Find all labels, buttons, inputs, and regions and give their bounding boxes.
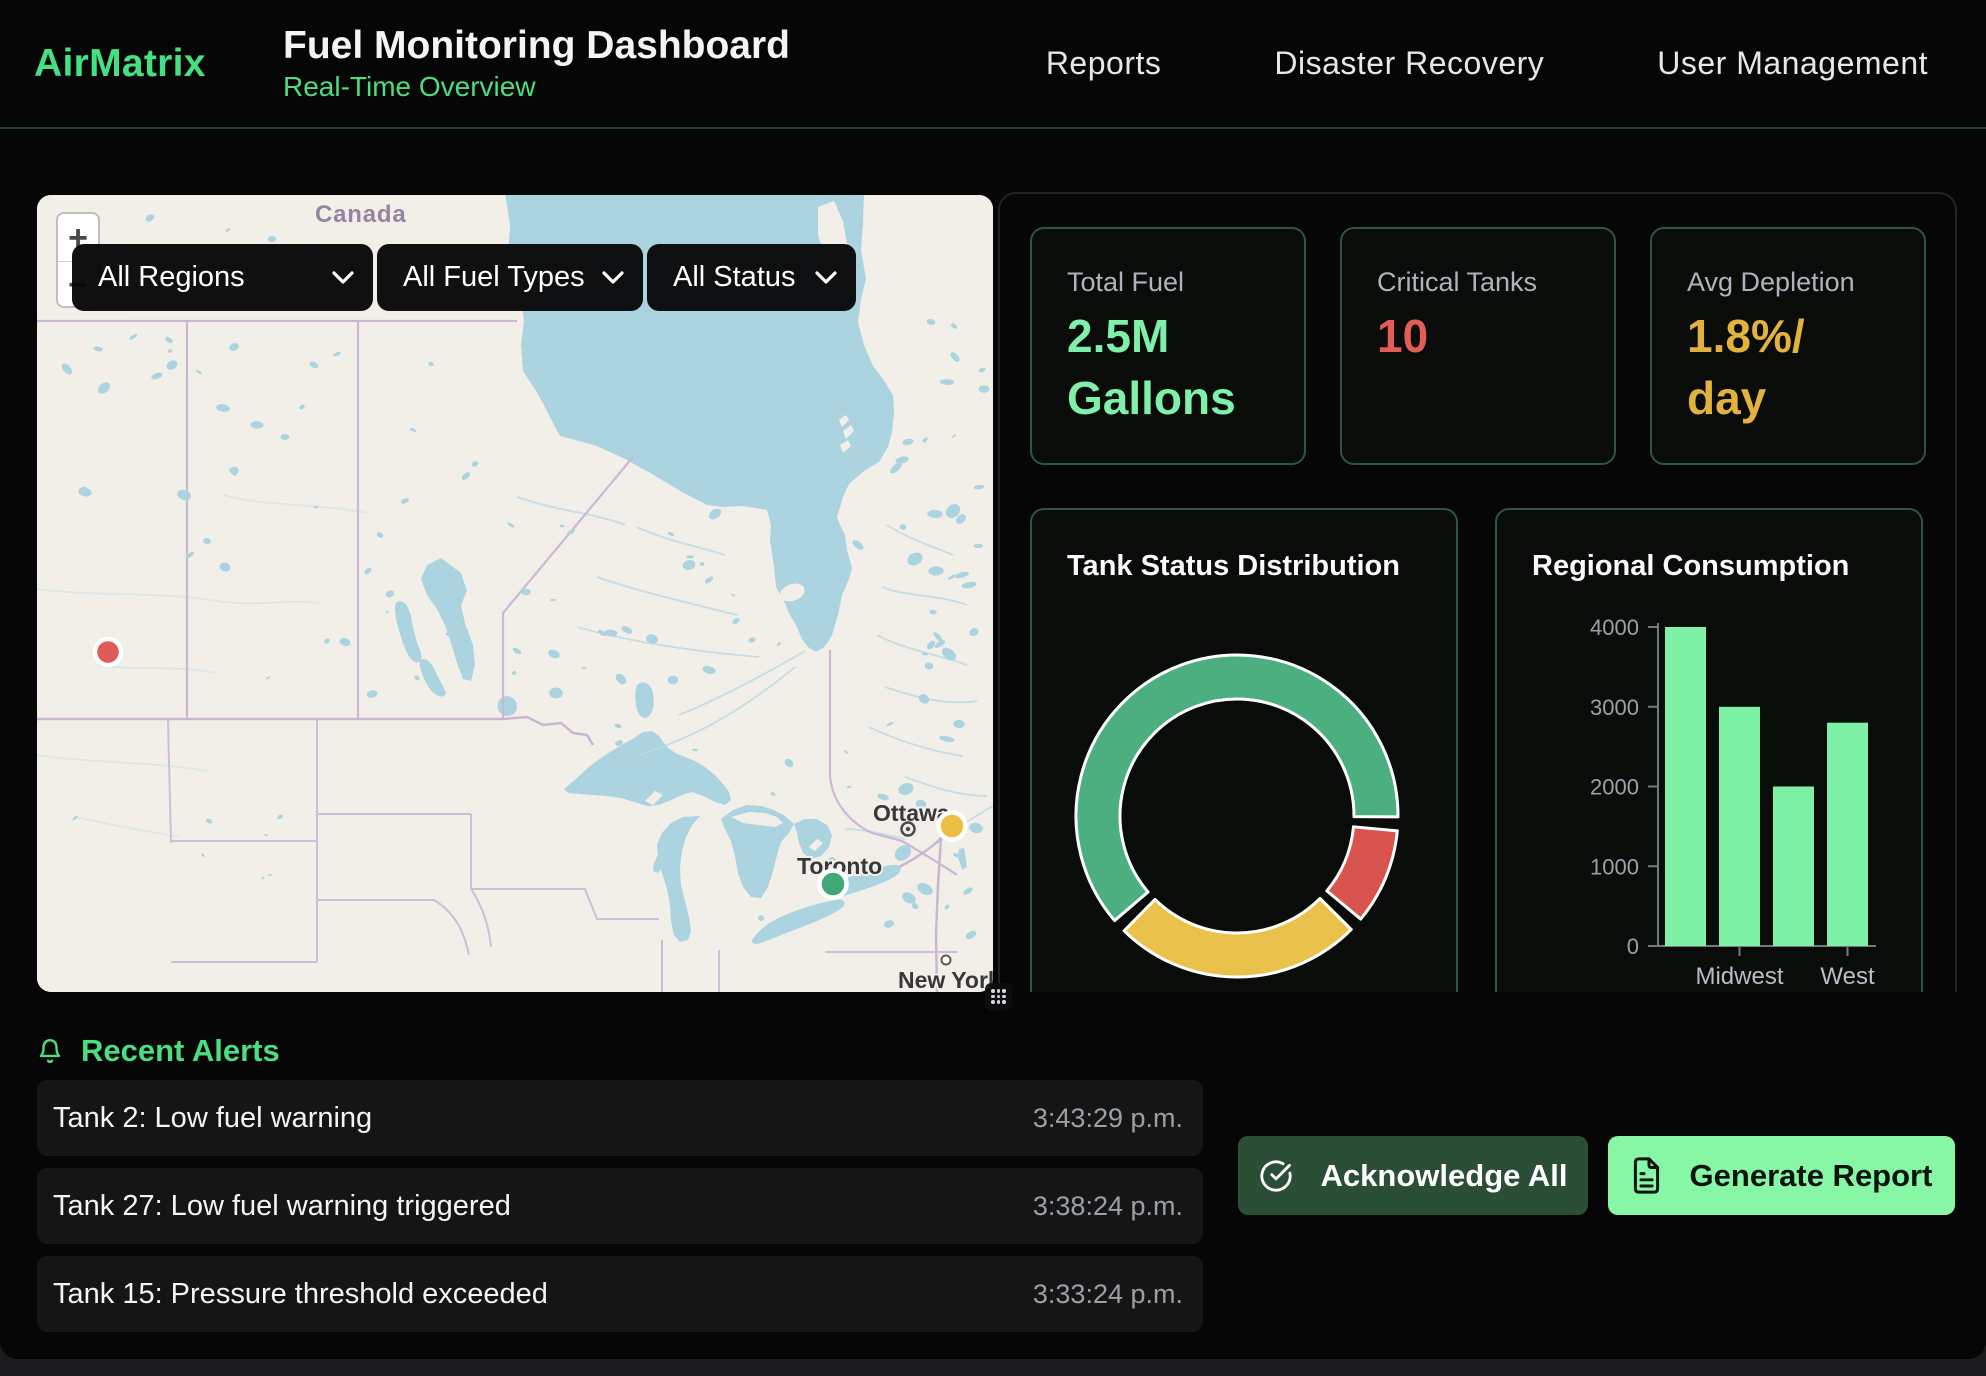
generate-report-button[interactable]: Generate Report	[1608, 1136, 1955, 1215]
chevron-down-icon	[332, 271, 354, 284]
acknowledge-all-label: Acknowledge All	[1321, 1158, 1568, 1194]
check-circle-icon	[1259, 1159, 1293, 1193]
stat-card-critical-tanks: Critical Tanks 10	[1340, 227, 1616, 465]
main-nav: Reports Disaster Recovery User Managemen…	[1046, 45, 1928, 82]
map-filters: All Regions All Fuel Types All Status	[72, 244, 856, 311]
region-filter-value: All Regions	[98, 261, 245, 294]
region-filter-dropdown[interactable]: All Regions	[72, 244, 373, 311]
bar-2	[1773, 787, 1814, 947]
bar-chart: 0 1000 2000 3000 4000 Midwest West	[1497, 510, 1921, 1066]
fuel-type-filter-value: All Fuel Types	[403, 261, 585, 294]
bar-1	[1719, 707, 1760, 946]
nav-user-management[interactable]: User Management	[1657, 45, 1928, 82]
chevron-down-icon	[602, 271, 624, 284]
x-tick-label: Midwest	[1695, 963, 1783, 990]
page-title: Fuel Monitoring Dashboard	[283, 24, 790, 69]
map-marker-critical[interactable]	[95, 639, 121, 665]
nav-disaster-recovery[interactable]: Disaster Recovery	[1274, 45, 1544, 82]
fuel-monitoring-app: AirMatrix Fuel Monitoring Dashboard Real…	[0, 0, 1986, 1359]
y-tick-label: 3000	[1590, 695, 1639, 720]
y-tick-label: 0	[1627, 934, 1639, 959]
status-filter-dropdown[interactable]: All Status	[647, 244, 856, 311]
stat-value: 1.8%/day	[1687, 306, 1828, 429]
bar-3	[1827, 723, 1868, 946]
alert-row[interactable]: Tank 27: Low fuel warning triggered 3:38…	[37, 1168, 1203, 1244]
alerts-title: Recent Alerts	[81, 1033, 280, 1069]
donut-segment-critical	[1327, 827, 1397, 919]
stat-value: 10	[1377, 306, 1577, 368]
stat-card-total-fuel: Total Fuel 2.5M Gallons	[1030, 227, 1306, 465]
stat-cards-row: Total Fuel 2.5M Gallons Critical Tanks 1…	[1030, 227, 1930, 465]
nav-reports[interactable]: Reports	[1046, 45, 1162, 82]
alert-message: Tank 27: Low fuel warning triggered	[53, 1190, 511, 1223]
x-tick-label: West	[1820, 963, 1875, 990]
header-titles: Fuel Monitoring Dashboard Real-Time Over…	[283, 24, 790, 104]
main-content: Canada Ottawa Toronto New York + − All R…	[37, 195, 1957, 992]
page-subtitle: Real-Time Overview	[283, 71, 790, 103]
alert-message: Tank 2: Low fuel warning	[53, 1102, 372, 1135]
stat-card-avg-depletion: Avg Depletion 1.8%/day	[1650, 227, 1926, 465]
charts-row: Tank Status Distribution Regional Consum…	[1030, 508, 1930, 1068]
map-marker-normal[interactable]	[820, 871, 847, 898]
map-label-canada: Canada	[315, 201, 407, 228]
map-label-new-york: New York	[898, 967, 993, 992]
bell-icon	[37, 1037, 63, 1065]
alert-time: 3:33:24 p.m.	[1033, 1279, 1183, 1310]
regional-consumption-chart-card: Regional Consumption 01000200030004000Mi…	[1495, 508, 1923, 1068]
y-tick-label: 1000	[1590, 854, 1639, 879]
chevron-down-icon	[815, 271, 837, 284]
alert-message: Tank 15: Pressure threshold exceeded	[53, 1278, 548, 1311]
alert-list: Tank 2: Low fuel warning 3:43:29 p.m. Ta…	[37, 1080, 1203, 1332]
acknowledge-all-button[interactable]: Acknowledge All	[1238, 1136, 1588, 1215]
y-tick-label: 2000	[1590, 775, 1639, 800]
alert-actions: Acknowledge All Generate Report	[1238, 1136, 1955, 1215]
fuel-type-filter-dropdown[interactable]: All Fuel Types	[377, 244, 643, 311]
map-panel[interactable]: Canada Ottawa Toronto New York + − All R…	[37, 195, 993, 992]
status-filter-value: All Status	[673, 261, 796, 294]
stat-label: Total Fuel	[1067, 267, 1269, 298]
bar-0	[1665, 627, 1706, 946]
alert-time: 3:38:24 p.m.	[1033, 1191, 1183, 1222]
alert-row[interactable]: Tank 2: Low fuel warning 3:43:29 p.m.	[37, 1080, 1203, 1156]
donut-segment-warning	[1124, 898, 1351, 977]
stat-label: Critical Tanks	[1377, 267, 1579, 298]
generate-report-label: Generate Report	[1690, 1158, 1933, 1194]
alert-time: 3:43:29 p.m.	[1033, 1103, 1183, 1134]
y-tick-label: 4000	[1590, 615, 1639, 640]
recent-alerts-section: Recent Alerts Tank 2: Low fuel warning 3…	[0, 992, 1986, 1359]
header: AirMatrix Fuel Monitoring Dashboard Real…	[0, 0, 1986, 129]
stat-label: Avg Depletion	[1687, 267, 1889, 298]
tank-status-chart-card: Tank Status Distribution	[1030, 508, 1458, 1068]
map-marker-warning[interactable]	[939, 813, 966, 840]
donut-chart	[1032, 510, 1456, 1066]
file-text-icon	[1631, 1157, 1662, 1194]
panel-resize-handle[interactable]	[985, 983, 1012, 1010]
stat-value: 2.5M Gallons	[1067, 306, 1267, 429]
map-basemap: Canada Ottawa Toronto New York	[37, 195, 993, 992]
map-city-dot-new-york	[942, 956, 951, 965]
alerts-header: Recent Alerts	[37, 1033, 1986, 1069]
alert-row[interactable]: Tank 15: Pressure threshold exceeded 3:3…	[37, 1256, 1203, 1332]
brand-logo: AirMatrix	[34, 42, 283, 86]
